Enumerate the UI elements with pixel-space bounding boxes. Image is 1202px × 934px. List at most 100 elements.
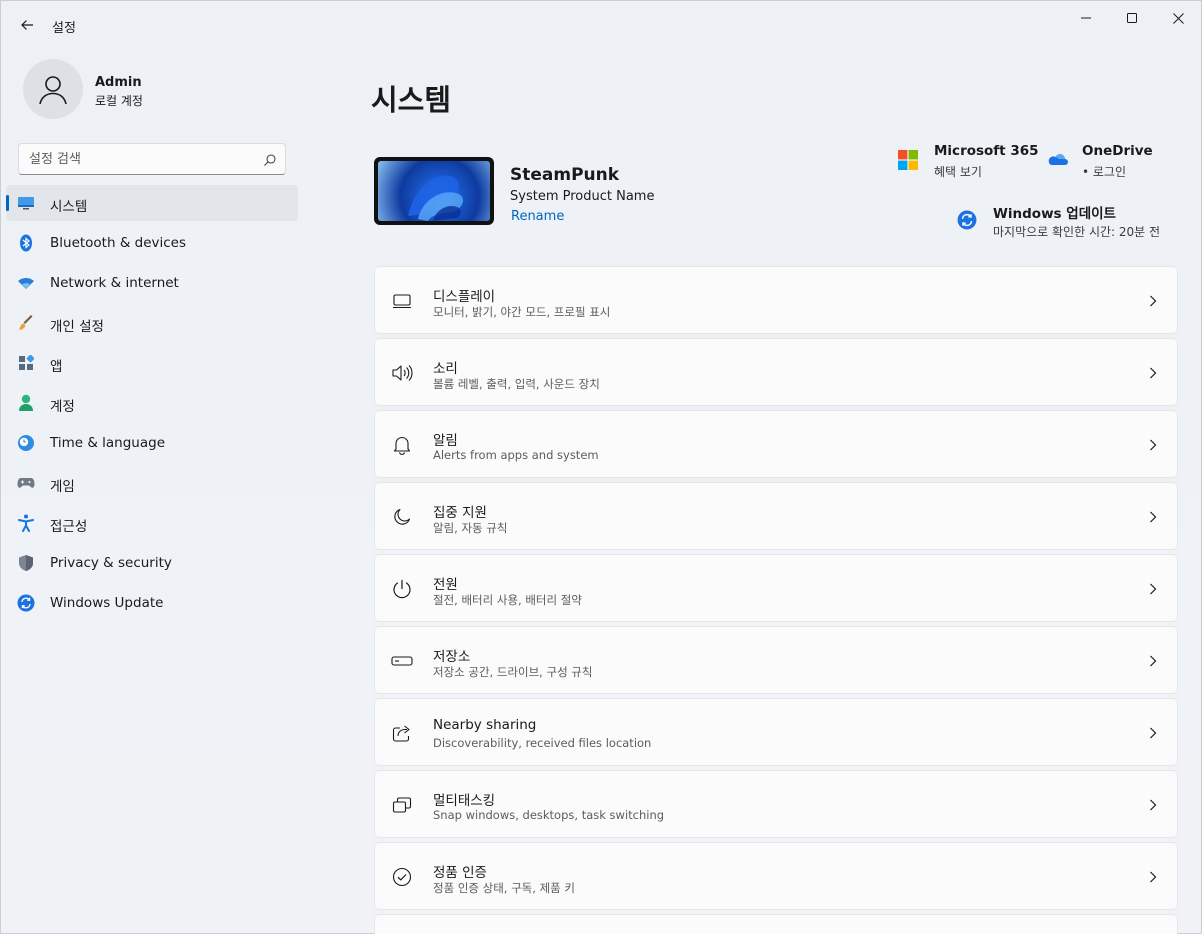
card-sound[interactable]: 소리 볼륨 레벨, 출력, 입력, 사운드 장치 [374, 338, 1178, 406]
chevron-right-icon [1147, 438, 1159, 452]
onedrive-subtitle: • 로그인 [1082, 165, 1127, 179]
sidebar-item-label: Privacy & security [50, 555, 172, 571]
display-icon [391, 290, 413, 312]
sidebar-item-label: 개인 설정 [50, 319, 104, 335]
microsoft-logo-icon [898, 150, 918, 170]
sidebar-item-privacy[interactable]: Privacy & security [6, 545, 298, 581]
search-icon[interactable] [263, 152, 277, 171]
card-title: 소리 [433, 361, 458, 377]
windows-update-subtitle: 마지막으로 확인한 시간: 20분 전 [993, 225, 1161, 239]
card-activation[interactable]: 정품 인증 정품 인증 상태, 구독, 제품 키 [374, 842, 1178, 910]
sidebar-item-label: 계정 [50, 399, 75, 415]
system-settings-list: 디스플레이 모니터, 밝기, 야간 모드, 프로필 표시 소리 볼륨 레벨, 출… [374, 266, 1178, 934]
sidebar-item-label: Windows Update [50, 595, 164, 611]
storage-icon [391, 650, 413, 672]
back-arrow-icon [21, 20, 33, 30]
microsoft-365-subtitle: 혜택 보기 [934, 165, 982, 179]
shield-icon [17, 554, 35, 572]
sidebar-item-label: Bluetooth & devices [50, 235, 187, 251]
card-subtitle: Snap windows, desktops, task switching [433, 808, 665, 822]
sidebar-item-gaming[interactable]: 게임 [6, 465, 298, 501]
apps-icon [17, 354, 35, 372]
card-subtitle: 절전, 배터리 사용, 배터리 절약 [433, 593, 582, 607]
speaker-icon [391, 362, 413, 384]
card-nearby-sharing[interactable]: Nearby sharing Discoverability, received… [374, 698, 1178, 766]
bluetooth-icon [17, 234, 35, 252]
sidebar-item-label: 시스템 [50, 199, 88, 215]
chevron-right-icon [1147, 294, 1159, 308]
person-icon [39, 76, 67, 105]
chevron-right-icon [1147, 798, 1159, 812]
profile-account-type: 로컬 계정 [95, 94, 143, 108]
sidebar-item-accessibility[interactable]: 접근성 [6, 505, 298, 541]
sidebar-item-label: 접근성 [50, 519, 88, 535]
accessibility-icon [17, 514, 35, 532]
avatar[interactable] [23, 59, 83, 119]
chevron-right-icon [1147, 366, 1159, 380]
device-model: System Product Name [510, 189, 655, 204]
person-icon [17, 394, 35, 412]
minimize-button[interactable] [1063, 1, 1109, 35]
chevron-right-icon [1147, 582, 1159, 596]
share-icon [391, 722, 413, 744]
close-button[interactable] [1155, 1, 1201, 35]
chevron-right-icon [1147, 510, 1159, 524]
card-focus-assist[interactable]: 집중 지원 알림, 자동 규칙 [374, 482, 1178, 550]
page-title: 시스템 [371, 83, 452, 117]
settings-search[interactable] [18, 143, 286, 175]
multitask-icon [391, 794, 413, 816]
card-multitasking[interactable]: 멀티태스킹 Snap windows, desktops, task switc… [374, 770, 1178, 838]
sidebar-item-apps[interactable]: 앱 [6, 345, 298, 381]
sidebar-item-accounts[interactable]: 계정 [6, 385, 298, 421]
gamepad-icon [17, 474, 35, 492]
card-storage[interactable]: 저장소 저장소 공간, 드라이브, 구성 규칙 [374, 626, 1178, 694]
sidebar-item-personalization[interactable]: 개인 설정 [6, 305, 298, 341]
monitor-icon [17, 194, 35, 212]
sidebar-item-bluetooth[interactable]: Bluetooth & devices [6, 225, 298, 261]
maximize-icon [1127, 13, 1137, 23]
sidebar-item-network[interactable]: Network & internet [6, 265, 298, 301]
moon-icon [391, 506, 413, 528]
chevron-right-icon [1147, 726, 1159, 740]
onedrive-cloud-icon [1048, 154, 1068, 165]
card-next-partial[interactable] [374, 914, 1178, 934]
back-button[interactable] [11, 9, 43, 41]
card-notifications[interactable]: 알림 Alerts from apps and system [374, 410, 1178, 478]
card-title: 디스플레이 [433, 289, 496, 305]
card-subtitle: 정품 인증 상태, 구독, 제품 키 [433, 881, 575, 895]
card-title: 알림 [433, 433, 458, 449]
globe-clock-icon [17, 434, 35, 452]
card-power[interactable]: 전원 절전, 배터리 사용, 배터리 절약 [374, 554, 1178, 622]
brush-icon [17, 314, 35, 332]
card-title: 저장소 [433, 649, 471, 665]
device-thumbnail [374, 157, 494, 225]
card-title: 멀티태스킹 [433, 793, 496, 809]
sidebar-item-label: 앱 [50, 359, 63, 375]
card-subtitle: 모니터, 밝기, 야간 모드, 프로필 표시 [433, 305, 611, 319]
sidebar-item-windows-update[interactable]: Windows Update [6, 585, 298, 621]
settings-window: 설정 Admin 로컬 계정 시스템 [0, 0, 1202, 934]
card-title: 전원 [433, 577, 458, 593]
device-name: SteamPunk [510, 165, 620, 185]
update-icon [957, 210, 977, 230]
card-subtitle: Alerts from apps and system [433, 448, 599, 462]
title-bar: 설정 [1, 1, 1201, 49]
card-subtitle: 볼륨 레벨, 출력, 입력, 사운드 장치 [433, 377, 600, 391]
sidebar-item-time-language[interactable]: Time & language [6, 425, 298, 461]
search-input[interactable] [29, 150, 259, 168]
card-display[interactable]: 디스플레이 모니터, 밝기, 야간 모드, 프로필 표시 [374, 266, 1178, 334]
microsoft-365-title: Microsoft 365 [934, 143, 1039, 159]
sidebar-item-label: Time & language [50, 435, 166, 451]
sidebar-item-system[interactable]: 시스템 [6, 185, 298, 221]
chevron-right-icon [1147, 654, 1159, 668]
sidebar-nav: 시스템 Bluetooth & devices Network & intern… [6, 185, 298, 625]
card-subtitle: Discoverability, received files location [433, 736, 652, 750]
app-title: 설정 [52, 21, 76, 36]
chevron-right-icon [1147, 870, 1159, 884]
windows-update-title: Windows 업데이트 [993, 206, 1116, 222]
card-subtitle: 알림, 자동 규칙 [433, 521, 508, 535]
bell-icon [391, 434, 413, 456]
rename-link[interactable]: Rename [511, 209, 564, 224]
check-circle-icon [391, 866, 413, 888]
maximize-button[interactable] [1109, 1, 1155, 35]
